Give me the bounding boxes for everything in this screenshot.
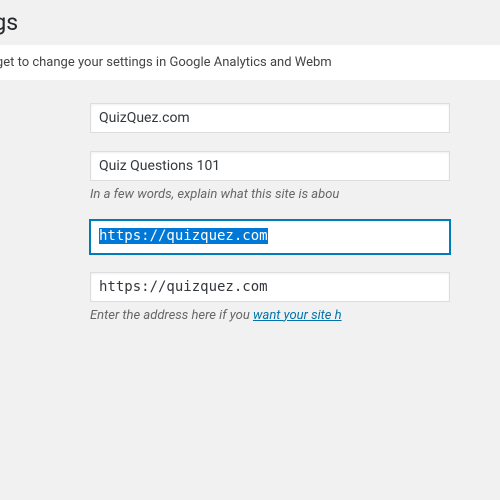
page-title: ttings — [0, 0, 500, 40]
tagline-input[interactable] — [90, 151, 450, 181]
site-title-label — [0, 103, 90, 110]
wp-url-input[interactable]: https://quizquez.com — [90, 220, 450, 254]
wp-url-label: ss (URL) — [0, 220, 90, 243]
notice-text: on't forget to change your settings in G… — [0, 55, 488, 70]
site-url-description: Enter the address here if you want your … — [90, 308, 500, 323]
tagline-description: In a few words, explain what this site i… — [90, 187, 500, 202]
site-title-input[interactable] — [90, 103, 450, 133]
tagline-label — [0, 151, 90, 158]
site-url-input[interactable] — [90, 272, 450, 302]
info-notice: on't forget to change your settings in G… — [0, 45, 500, 80]
site-url-label: ) — [0, 272, 90, 295]
site-url-help-link[interactable]: want your site h — [253, 308, 342, 323]
